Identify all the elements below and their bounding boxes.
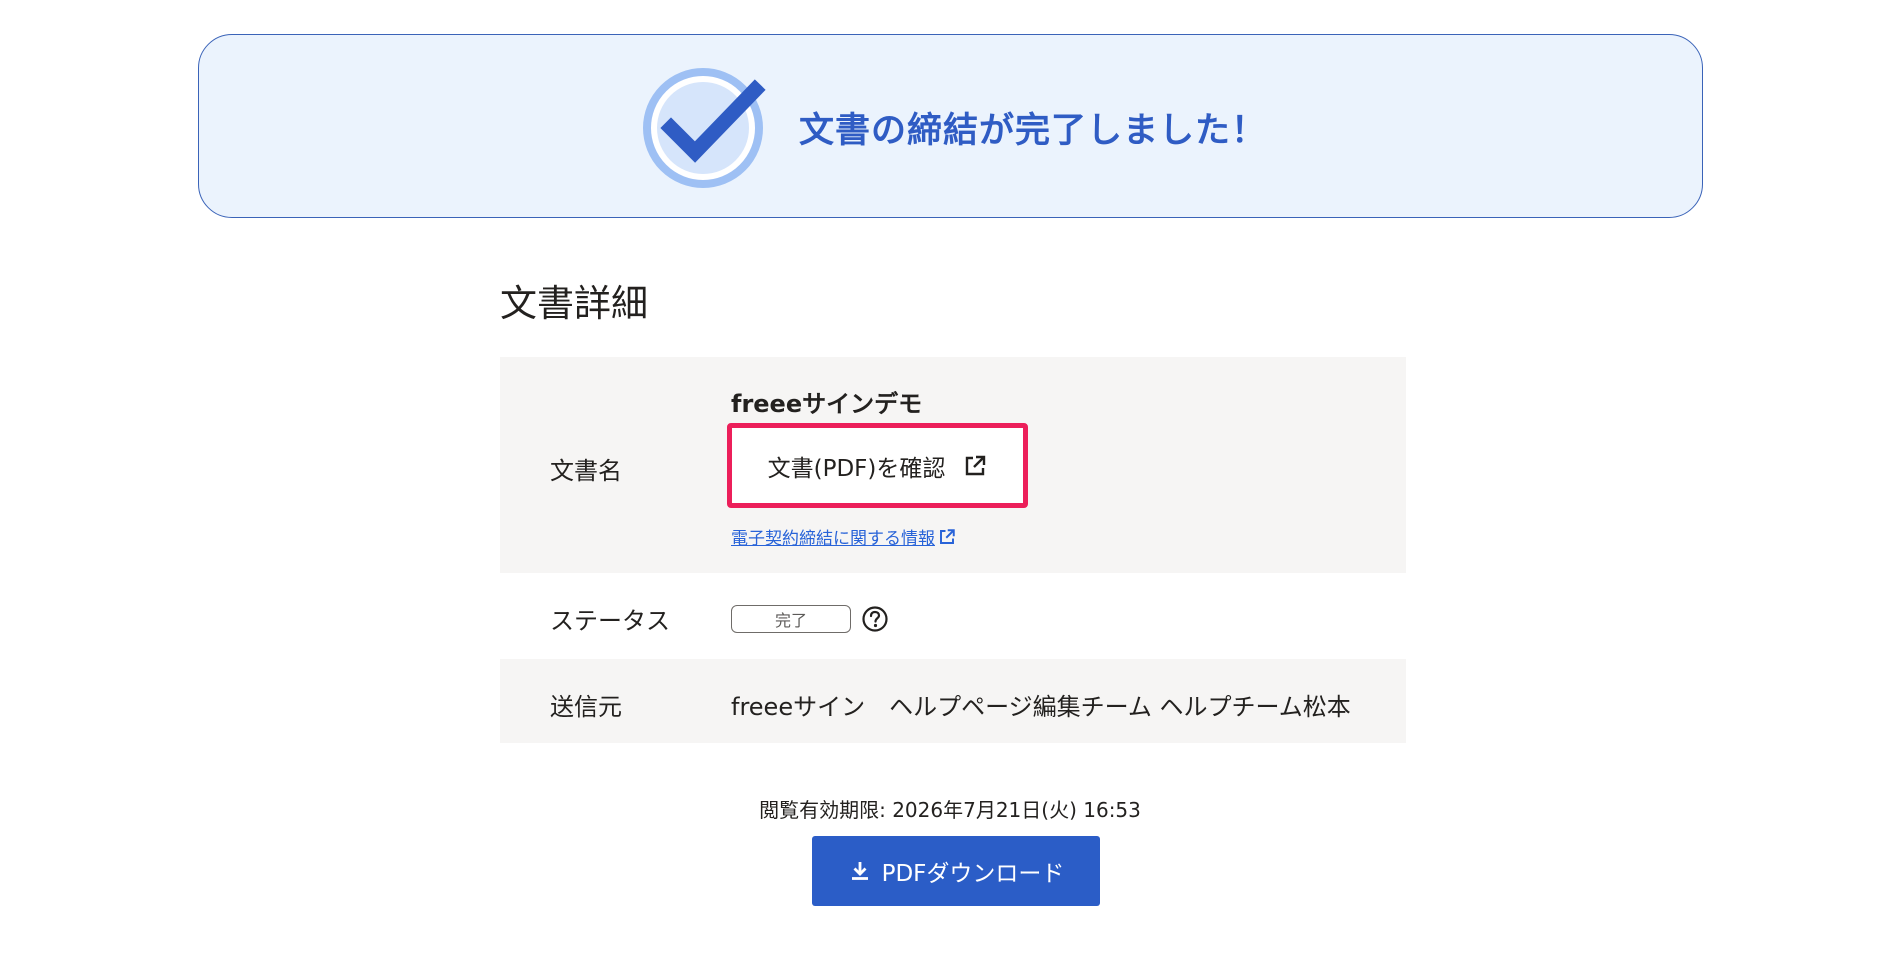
document-name-label: 文書名	[550, 457, 622, 485]
question-circle-icon[interactable]	[861, 605, 889, 633]
status-badge: 完了	[731, 605, 851, 633]
sender-label: 送信元	[550, 693, 622, 721]
sender-value: freeeサイン ヘルプページ編集チーム ヘルプチーム松本	[731, 693, 1351, 721]
view-expiry-text: 閲覧有効期限: 2026年7月21日(火) 16:53	[759, 798, 1141, 822]
check-circle-icon	[643, 68, 766, 188]
document-name-value: freeeサインデモ	[731, 390, 923, 418]
external-link-icon	[940, 528, 955, 544]
sender-row: 送信元 freeeサイン ヘルプページ編集チーム ヘルプチーム松本	[500, 659, 1406, 743]
contract-info-link[interactable]: 電子契約締結に関する情報	[731, 524, 956, 549]
status-row: ステータス 完了	[500, 573, 1406, 659]
external-link-icon	[966, 455, 986, 475]
document-name-row: 文書名 freeeサインデモ 文書(PDF)を確認 電子契約締結に関する情報	[500, 357, 1406, 573]
completion-banner: 文書の締結が完了しました！	[198, 34, 1703, 218]
pdf-download-label: PDFダウンロード	[881, 861, 1065, 887]
completion-message: 文書の締結が完了しました！	[799, 111, 1268, 151]
status-label: ステータス	[550, 607, 670, 635]
page-title: 文書詳細	[500, 282, 648, 325]
download-icon	[851, 862, 868, 880]
contract-info-link-label: 電子契約締結に関する情報	[731, 529, 935, 549]
pdf-download-button[interactable]: PDFダウンロード	[812, 836, 1100, 906]
view-pdf-button-label: 文書(PDF)を確認	[767, 455, 946, 482]
view-pdf-button[interactable]: 文書(PDF)を確認	[727, 423, 1028, 508]
